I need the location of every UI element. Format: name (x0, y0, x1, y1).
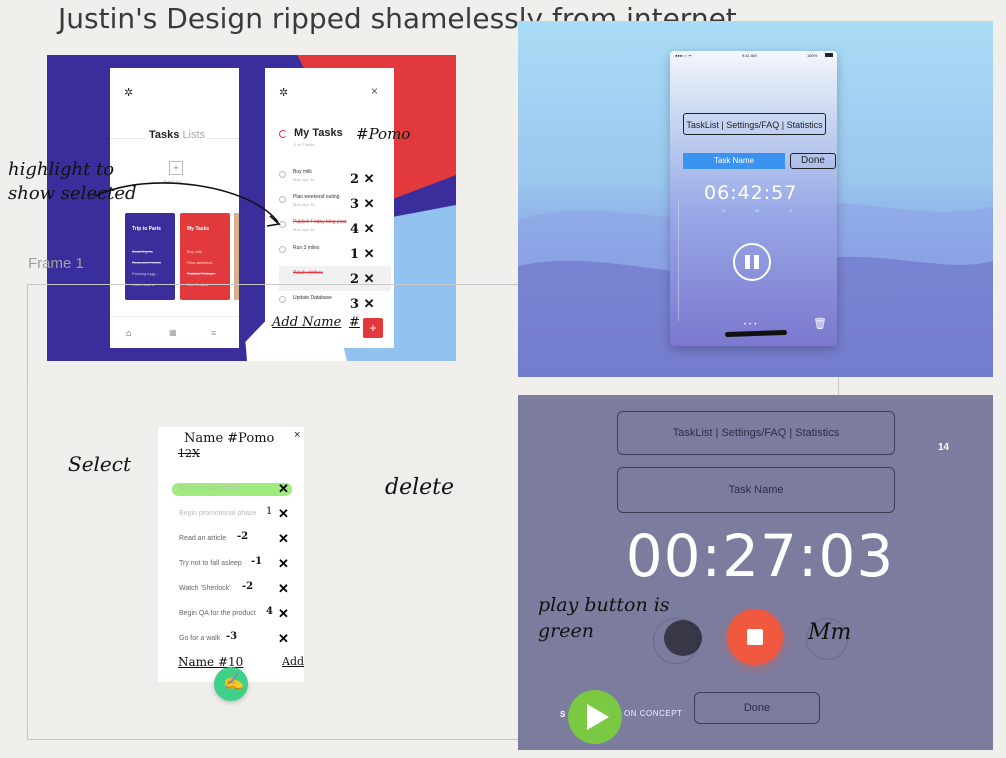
pause-bar (754, 255, 759, 269)
annotation-mm: Mm (808, 620, 852, 645)
close-icon[interactable]: × (294, 429, 300, 441)
timer-display: 06:42:57 (704, 182, 798, 204)
scribble-icon: ✍ (223, 672, 245, 691)
count: 2 (350, 172, 360, 187)
task-name-field[interactable]: Task Name (617, 467, 895, 513)
count-value: 4 ✕ (350, 217, 392, 242)
play-icon (587, 704, 609, 730)
count-value: 1 ✕ (350, 242, 392, 267)
annotation-pomo: #Pomo (356, 125, 411, 143)
annotation-select: Select (68, 452, 132, 476)
play-button[interactable] (568, 690, 622, 744)
x-mark-icon[interactable]: ✕ (278, 581, 289, 597)
task-name-field[interactable]: Task Name (683, 153, 785, 169)
status-time: 9:41 AM (742, 53, 757, 58)
list-screen: Name #Pomo × 12X Buy new sweatshirt ✕ Be… (158, 427, 304, 682)
x-mark-icon: ✕ (363, 197, 375, 212)
add-fab-button[interactable]: ✍ (214, 667, 248, 701)
task-count: 4 (266, 606, 273, 617)
task-count: -2 (237, 531, 249, 542)
task-text: Try not to fall asleep (179, 560, 242, 567)
x-mark-icon: ✕ (363, 222, 375, 237)
pause-button[interactable] (733, 243, 771, 281)
task-text: Buy new sweatshirt (179, 485, 240, 492)
side-number: 14 (938, 442, 950, 453)
design-panel-timer: ●●●○○ ᯤ 9:41 AM 100% TaskList | Settings… (518, 21, 993, 377)
list-footer-add: Add (282, 655, 305, 668)
task-text: Begin promotional phase (179, 510, 257, 517)
task-list: Buy new sweatshirt ✕ Begin promotional p… (179, 477, 304, 652)
unit-seconds: S (789, 208, 792, 213)
task-row[interactable]: Watch 'Sherlock' -2 ✕ (179, 577, 304, 602)
scribble-mark (664, 620, 702, 656)
page-dots: ••• (744, 322, 760, 328)
battery-icon (825, 53, 833, 57)
task-row[interactable]: Read an article -2 ✕ (179, 527, 304, 552)
task-count: -2 (242, 581, 254, 592)
task-row[interactable]: Begin QA for the product 4 ✕ (179, 602, 304, 627)
task-row[interactable]: Try not to fall asleep -1 ✕ (179, 552, 304, 577)
brand-mark: S (560, 710, 566, 719)
task-text: Go for a walk (179, 635, 221, 642)
signal-icon: ●●●○○ ᯤ (675, 53, 692, 58)
count-value: 2 ✕ (350, 167, 392, 192)
x-mark-icon[interactable]: ✕ (278, 606, 289, 622)
task-count: 1 (266, 506, 273, 517)
x-mark-icon: ✕ (363, 247, 375, 262)
list-header: Name #Pomo (184, 431, 275, 446)
task-row[interactable]: Begin promotional phase 1 ✕ (179, 502, 304, 527)
phone-mockup: ●●●○○ ᯤ 9:41 AM 100% TaskList | Settings… (670, 51, 837, 346)
count-value: 3 ✕ (350, 192, 392, 217)
timer-display: 00:27:03 (625, 522, 895, 590)
count: 3 (350, 197, 360, 212)
stop-button[interactable] (727, 609, 783, 665)
x-mark-icon[interactable]: ✕ (278, 531, 289, 547)
task-row[interactable]: Buy new sweatshirt ✕ (179, 477, 304, 502)
count: 4 (350, 222, 360, 237)
frame-label: Frame 1 (28, 255, 84, 272)
stop-icon (747, 629, 763, 645)
task-count: -3 (226, 631, 238, 642)
unit-hours: H (722, 208, 725, 213)
task-count: -1 (251, 556, 263, 567)
nav-tabs[interactable]: TaskList | Settings/FAQ | Statistics (683, 113, 826, 135)
task-text: Read an article (179, 535, 227, 542)
nav-tabs[interactable]: TaskList | Settings/FAQ | Statistics (617, 411, 895, 455)
count: 1 (350, 247, 360, 262)
x-mark-icon: ✕ (363, 172, 375, 187)
pause-bar (745, 255, 750, 269)
x-mark-icon[interactable]: ✕ (278, 556, 289, 572)
list-header-sub: 12X (178, 447, 200, 460)
task-text: Watch 'Sherlock' (179, 585, 231, 592)
scale-ruler (678, 201, 689, 321)
concept-label: ON CONCEPT (624, 709, 683, 718)
x-mark-icon[interactable]: ✕ (278, 481, 289, 497)
task-text: Begin QA for the product (179, 610, 256, 617)
timer-units: H M S (722, 208, 792, 213)
done-button[interactable]: Done (694, 692, 820, 724)
delete-x-icon[interactable]: ✕ (278, 506, 289, 522)
annotation-delete: delete (385, 475, 455, 500)
unit-minutes: M (755, 208, 759, 213)
scribble-mark (724, 329, 788, 338)
battery-text: 100% (807, 53, 818, 58)
done-button[interactable]: Done (790, 153, 836, 169)
x-mark-icon[interactable]: ✕ (278, 631, 289, 647)
trash-icon[interactable]: 🗑 (813, 317, 827, 330)
task-row[interactable]: Go for a walk -3 ✕ (179, 627, 304, 652)
